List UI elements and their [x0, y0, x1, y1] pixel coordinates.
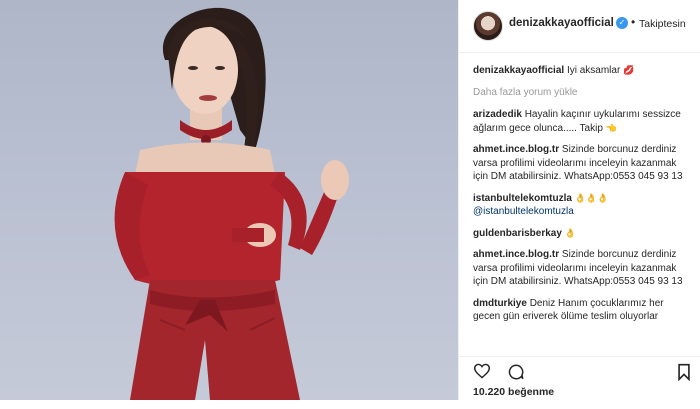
comment-item: istanbultelekomtuzla 👌👌👌 @istanbulteleko… [473, 192, 693, 219]
avatar[interactable] [473, 11, 503, 41]
instagram-post: denizakkayaofficial ✓ • Takiptesin deniz… [0, 0, 700, 409]
comment-username[interactable]: dmdturkiye [473, 298, 527, 309]
comment-username[interactable]: arizadedik [473, 109, 522, 120]
comment-item: ahmet.ince.blog.tr Sizinde borcunuz derd… [473, 143, 693, 184]
post-photo[interactable] [0, 0, 458, 400]
woman-in-red-outfit-image [114, 7, 349, 400]
post-side-panel: denizakkayaofficial ✓ • Takiptesin deniz… [458, 0, 700, 400]
comment-item: guldenbarisberkay 👌 [473, 227, 693, 241]
separator-dot: • [631, 15, 636, 29]
ok-hand-emoji-icon: 👌👌👌 [574, 192, 609, 203]
comment-item: dmdturkiye Deniz Hanım çocuklarımız her … [473, 297, 693, 324]
caption: denizakkayaofficial Iyi aksamlar 💋 [473, 64, 693, 78]
follow-status-button[interactable]: Takiptesin [639, 18, 686, 30]
likes-number: 10.220 [473, 386, 506, 398]
pointing-hand-emoji-icon: 👈 [605, 122, 617, 133]
post-actions-bar [459, 356, 700, 382]
likes-label: beğenme [508, 386, 555, 398]
comment-mention-link[interactable]: @istanbultelekomtuzla [473, 206, 574, 217]
caption-username[interactable]: denizakkayaofficial [473, 65, 564, 76]
comment-item: ahmet.ince.blog.tr Sizinde borcunuz derd… [473, 248, 693, 289]
caption-text: Iyi aksamlar [566, 65, 621, 76]
comment-username[interactable]: istanbultelekomtuzla [473, 193, 572, 204]
comment-username[interactable]: guldenbarisberkay [473, 228, 562, 239]
post-header: denizakkayaofficial ✓ • Takiptesin [459, 0, 700, 53]
kiss-mark-emoji-icon: 💋 [623, 65, 635, 75]
header-username[interactable]: denizakkayaofficial [509, 17, 614, 29]
comments-list: denizakkayaofficial Iyi aksamlar 💋 Daha … [473, 64, 693, 356]
verified-badge-icon: ✓ [616, 17, 628, 29]
bookmark-icon[interactable] [677, 363, 691, 386]
comment-username[interactable]: ahmet.ince.blog.tr [473, 144, 559, 155]
comment-item: arizadedik Hayalin kaçınır uykularımı se… [473, 108, 693, 135]
heart-icon[interactable] [473, 363, 491, 384]
comment-bubble-icon[interactable] [507, 363, 525, 386]
load-more-comments-link[interactable]: Daha fazla yorum yükle [473, 86, 693, 100]
ok-hand-emoji-icon: 👌 [564, 227, 576, 238]
comment-username[interactable]: ahmet.ince.blog.tr [473, 249, 559, 260]
likes-count[interactable]: 10.220 beğenme [473, 386, 554, 398]
